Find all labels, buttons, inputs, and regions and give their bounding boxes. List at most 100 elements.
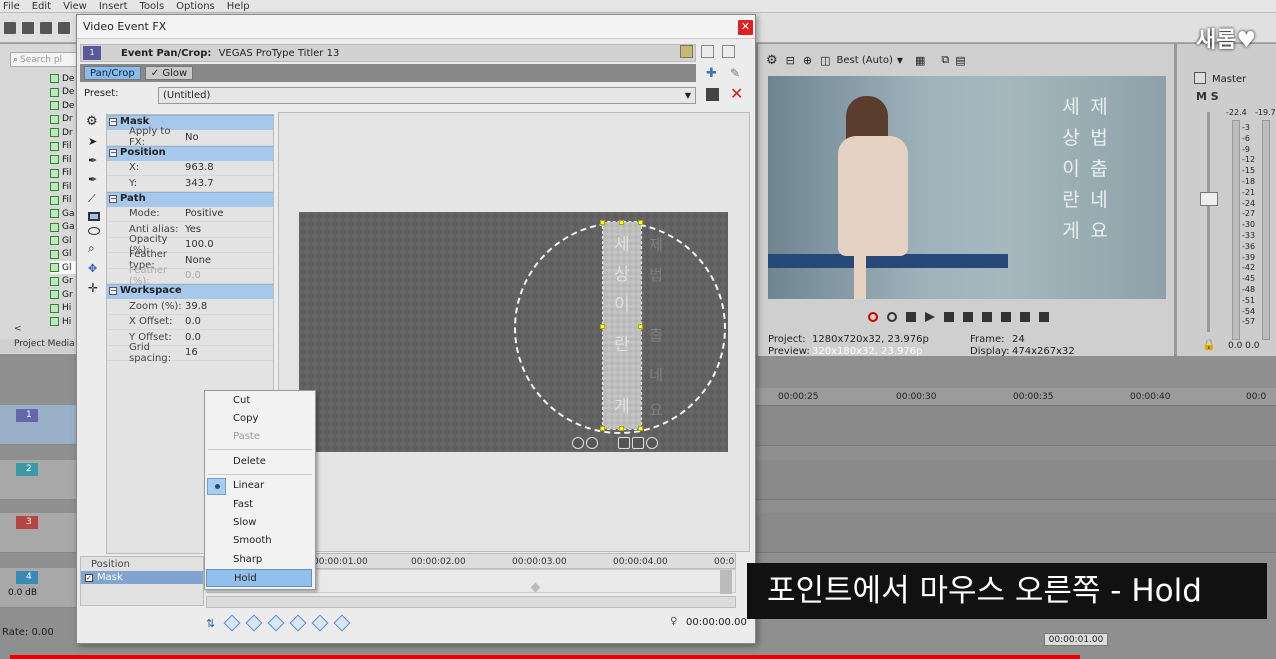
pause-icon[interactable]	[944, 312, 954, 322]
plugin-chain-icon[interactable]: ✚	[706, 66, 717, 81]
loop-icon[interactable]	[887, 312, 897, 322]
explorer-item[interactable]: Dr	[50, 113, 78, 126]
explorer-item[interactable]: De	[50, 72, 78, 85]
menu-item-slow[interactable]: Slow	[204, 514, 314, 532]
add-keyframe-icon[interactable]	[267, 614, 285, 632]
track-lane-1[interactable]	[756, 406, 1276, 446]
track-header-1[interactable]	[0, 405, 78, 445]
zoom-icon[interactable]: ⌕	[88, 241, 104, 256]
mask-handle[interactable]	[638, 220, 643, 225]
explorer-item[interactable]: Gl	[50, 234, 78, 247]
explorer-item[interactable]: Gl	[50, 248, 78, 261]
frame-icon[interactable]	[632, 437, 644, 449]
normal-edit-icon[interactable]: ✥	[88, 262, 104, 275]
menu-item-sharp[interactable]: Sharp	[204, 551, 314, 569]
overlays-icon[interactable]: ▦	[915, 54, 925, 67]
explorer-item[interactable]: Gr	[50, 275, 78, 288]
mute-solo-buttons[interactable]: M S	[1196, 90, 1219, 103]
preset-dropdown[interactable]: (Untitled) ▼	[158, 87, 696, 104]
new-project-icon[interactable]	[4, 21, 16, 34]
menu-item-cut[interactable]: Cut	[204, 392, 314, 410]
save-preset-icon[interactable]	[706, 88, 719, 101]
list-view-icon[interactable]	[680, 45, 693, 58]
menu-file[interactable]: File	[3, 1, 20, 12]
explorer-scroll-left-icon[interactable]: <	[14, 324, 22, 334]
master-bus-icon[interactable]	[1194, 72, 1206, 84]
chain-view-icon[interactable]	[722, 45, 735, 58]
section-position[interactable]: − Position	[107, 145, 273, 161]
mask-handle[interactable]	[619, 426, 624, 431]
keyframe-vscroll[interactable]	[720, 570, 732, 594]
chain-glow-button[interactable]: ✓ Glow	[144, 66, 194, 80]
prop-x[interactable]: X: 963.8	[107, 161, 273, 176]
menu-item-smooth[interactable]: Smooth	[204, 532, 314, 550]
zoom-out-icon[interactable]	[586, 437, 598, 449]
kf-mask-row[interactable]: ✓ Mask	[81, 571, 203, 584]
menu-item-delete[interactable]: Delete	[204, 453, 314, 471]
menu-edit[interactable]: Edit	[32, 1, 51, 12]
delete-keyframe-icon[interactable]	[289, 614, 307, 632]
explorer-item[interactable]: Gl	[50, 261, 78, 274]
menu-item-copy[interactable]: Copy	[204, 410, 314, 428]
sync-cursor-icon[interactable]: ⇅	[206, 617, 215, 630]
preview-quality-dropdown[interactable]: Best (Auto) ▼	[837, 55, 904, 66]
rectangle-icon[interactable]	[88, 212, 100, 221]
keyframe-time[interactable]: 00:00:00.00	[686, 617, 747, 631]
explorer-item[interactable]: Hi	[50, 302, 78, 315]
next-frame-icon[interactable]	[1039, 312, 1049, 322]
menu-item-hold[interactable]: Hold	[206, 569, 312, 587]
close-button[interactable]: ✕	[738, 20, 753, 35]
lock-icon[interactable]: 🔒	[1202, 338, 1216, 351]
keyframe-scrollbar[interactable]	[206, 596, 736, 608]
explorer-item[interactable]: Ga	[50, 207, 78, 220]
mask-handle[interactable]	[600, 324, 605, 329]
last-keyframe-icon[interactable]	[333, 614, 351, 632]
save-icon[interactable]	[40, 21, 52, 34]
mask-handle[interactable]	[619, 220, 624, 225]
open-folder-icon[interactable]	[22, 21, 34, 34]
circle-icon[interactable]	[646, 437, 658, 449]
fx-titlebar[interactable]: Video Event FX	[77, 15, 755, 39]
first-keyframe-icon[interactable]	[223, 614, 241, 632]
preview-mode-icon[interactable]: ◫	[820, 54, 830, 67]
move-icon[interactable]: ✛	[88, 281, 104, 295]
checkmark-icon[interactable]: ✓	[85, 573, 93, 582]
copy-snapshot-icon[interactable]: ⧉	[941, 53, 949, 67]
explorer-item[interactable]: Fil	[50, 194, 78, 207]
mask-handle[interactable]	[638, 324, 643, 329]
menu-options[interactable]: Options	[176, 1, 215, 12]
prop-mode[interactable]: Mode: Positive	[107, 207, 273, 222]
zoom-in-icon[interactable]	[572, 437, 584, 449]
next-keyframe-icon[interactable]	[311, 614, 329, 632]
play-from-start-icon[interactable]	[906, 312, 916, 322]
explorer-item[interactable]: Fil	[50, 153, 78, 166]
section-workspace[interactable]: − Workspace	[107, 284, 273, 299]
delete-preset-icon[interactable]: ✕	[730, 84, 743, 103]
explorer-item[interactable]: Gr	[50, 288, 78, 301]
prop-zoom[interactable]: Zoom (%): 39.8	[107, 299, 273, 315]
prev-keyframe-icon[interactable]	[245, 614, 263, 632]
external-monitor-icon[interactable]: ⊟	[786, 54, 795, 67]
explorer-item[interactable]: Fil	[50, 180, 78, 193]
explorer-item[interactable]: Fil	[50, 167, 78, 180]
explorer-search-input[interactable]: ⌕ Search pl	[10, 52, 78, 67]
menu-item-fast[interactable]: Fast	[204, 496, 314, 514]
explorer-item[interactable]: Dr	[50, 126, 78, 139]
menu-view[interactable]: View	[63, 1, 87, 12]
pen-icon[interactable]: ✒	[88, 154, 104, 167]
kf-position-row[interactable]: Position	[81, 557, 203, 571]
save-snapshot-icon[interactable]: ▤	[955, 54, 965, 67]
play-icon[interactable]	[925, 312, 935, 322]
menu-help[interactable]: Help	[227, 1, 250, 12]
mask-handle[interactable]	[600, 426, 605, 431]
split-icon[interactable]: ⟋	[88, 192, 104, 206]
explorer-item[interactable]: De	[50, 99, 78, 112]
rectangle-mask-path[interactable]: 세 상 이 란 게	[602, 221, 642, 430]
explorer-item[interactable]: Hi	[50, 315, 78, 328]
split-screen-icon[interactable]: ⊕	[803, 54, 812, 67]
render-icon[interactable]	[58, 21, 70, 34]
track-header-3[interactable]	[0, 513, 78, 553]
stop-icon[interactable]	[963, 312, 973, 322]
prop-y[interactable]: Y: 343.7	[107, 176, 273, 192]
grid-view-icon[interactable]	[701, 45, 714, 58]
